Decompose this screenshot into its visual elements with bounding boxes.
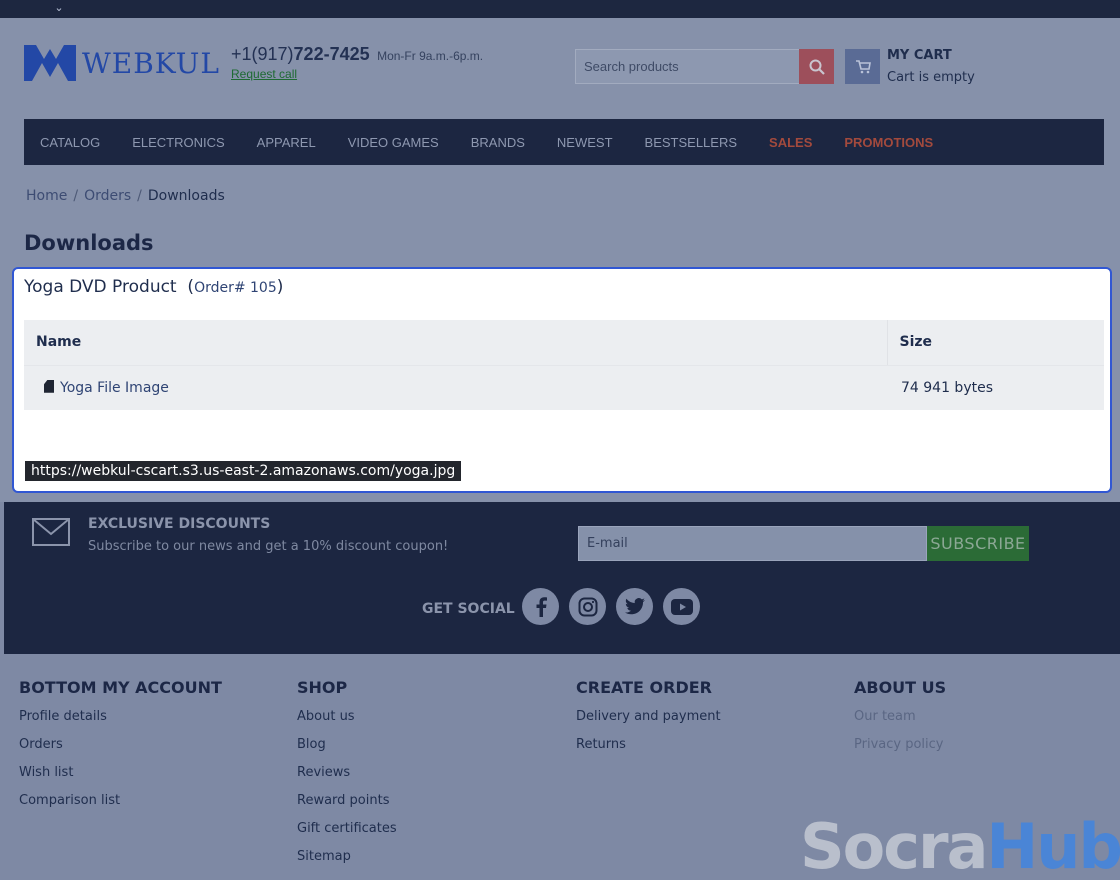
column-header-size: Size bbox=[886, 320, 1104, 366]
footer-link[interactable]: Reward points bbox=[297, 791, 397, 819]
nav-item-brands[interactable]: BRANDS bbox=[471, 135, 525, 150]
table-header-row: Name Size bbox=[24, 320, 1104, 366]
webkul-logo-icon bbox=[24, 45, 76, 81]
footer-heading: CREATE ORDER bbox=[576, 678, 712, 697]
file-download-link[interactable]: Yoga File Image bbox=[60, 380, 169, 396]
logo-text: WEBKUL bbox=[82, 46, 220, 80]
footer-heading: BOTTOM MY ACCOUNT bbox=[19, 678, 222, 697]
nav-item-sales[interactable]: SALES bbox=[769, 135, 812, 150]
top-bar: ⌄ bbox=[0, 0, 1120, 18]
footer-column-about: ABOUT US Our team Privacy policy bbox=[854, 678, 946, 763]
order-link[interactable]: Order# 105 bbox=[194, 280, 277, 296]
nav-item-promotions[interactable]: PROMOTIONS bbox=[844, 135, 933, 150]
subscribe-button[interactable]: SUBSCRIBE bbox=[927, 526, 1029, 561]
footer-column-create-order: CREATE ORDER Delivery and payment Return… bbox=[576, 678, 721, 763]
column-header-name: Name bbox=[24, 320, 887, 366]
footer-link[interactable]: Delivery and payment bbox=[576, 707, 721, 735]
url-tooltip: https://webkul-cscart.s3.us-east-2.amazo… bbox=[25, 461, 462, 481]
search-input[interactable]: Search products bbox=[575, 49, 799, 84]
footer-link[interactable]: Comparison list bbox=[19, 791, 222, 819]
phone-block: +1(917)722-7425 Mon-Fr 9a.m.-6p.m. Reque… bbox=[231, 44, 483, 81]
footer-link[interactable]: Sitemap bbox=[297, 847, 397, 875]
nav-item-video-games[interactable]: VIDEO GAMES bbox=[348, 135, 439, 150]
socrahub-watermark: SocraHub bbox=[800, 810, 1120, 880]
cart-status: Cart is empty bbox=[887, 70, 975, 85]
cart-icon bbox=[845, 49, 880, 84]
newsletter-subtitle: Subscribe to our news and get a 10% disc… bbox=[88, 539, 449, 554]
product-heading: Yoga DVD Product (Order# 105) bbox=[24, 277, 284, 297]
breadcrumb-home[interactable]: Home bbox=[26, 188, 67, 204]
search-bar: Search products bbox=[575, 49, 834, 84]
downloads-table: Name Size Yoga File Image 74 941 bytes bbox=[24, 320, 1104, 410]
footer-link[interactable]: Reviews bbox=[297, 763, 397, 791]
newsletter-heading: EXCLUSIVE DISCOUNTS bbox=[88, 516, 271, 532]
email-field[interactable]: E-mail bbox=[578, 526, 927, 561]
request-call-link[interactable]: Request call bbox=[231, 67, 483, 81]
footer-link[interactable]: About us bbox=[297, 707, 397, 735]
footer-link[interactable]: Privacy policy bbox=[854, 735, 946, 763]
nav-item-catalog[interactable]: CATALOG bbox=[40, 135, 100, 150]
file-name-cell: Yoga File Image bbox=[24, 365, 887, 410]
youtube-icon[interactable] bbox=[663, 588, 700, 625]
facebook-icon[interactable] bbox=[522, 588, 559, 625]
footer-link[interactable]: Profile details bbox=[19, 707, 222, 735]
social-label: GET SOCIAL bbox=[422, 601, 515, 617]
business-hours: Mon-Fr 9a.m.-6p.m. bbox=[377, 49, 484, 63]
main-nav: CATALOG ELECTRONICS APPAREL VIDEO GAMES … bbox=[24, 119, 1104, 165]
breadcrumb-separator: / bbox=[73, 188, 79, 204]
nav-item-newest[interactable]: NEWEST bbox=[557, 135, 613, 150]
cart-title: MY CART bbox=[887, 48, 952, 63]
cart-widget[interactable]: MY CART Cart is empty bbox=[845, 48, 975, 85]
logo[interactable]: WEBKUL bbox=[24, 45, 220, 81]
phone-number: +1(917)722-7425 bbox=[231, 44, 370, 64]
file-size-cell: 74 941 bytes bbox=[887, 365, 1104, 410]
breadcrumb-separator: / bbox=[137, 188, 142, 204]
breadcrumb: Home / Orders / Downloads bbox=[26, 188, 225, 204]
breadcrumb-orders[interactable]: Orders bbox=[84, 188, 131, 204]
footer-column-shop: SHOP About us Blog Reviews Reward points… bbox=[297, 678, 397, 875]
twitter-icon[interactable] bbox=[616, 588, 653, 625]
product-name: Yoga DVD Product bbox=[24, 277, 177, 297]
footer-heading: SHOP bbox=[297, 678, 348, 697]
footer-link[interactable]: Gift certificates bbox=[297, 819, 397, 847]
footer-link[interactable]: Blog bbox=[297, 735, 397, 763]
search-button[interactable] bbox=[799, 49, 834, 84]
footer-link[interactable]: Orders bbox=[19, 735, 222, 763]
chevron-down-icon[interactable]: ⌄ bbox=[52, 0, 66, 16]
footer-link[interactable]: Returns bbox=[576, 735, 721, 763]
table-row: Yoga File Image 74 941 bytes bbox=[24, 365, 1104, 410]
breadcrumb-current: Downloads bbox=[147, 188, 225, 204]
search-icon bbox=[809, 59, 825, 75]
download-card: Yoga DVD Product (Order# 105) Name Size … bbox=[12, 267, 1112, 493]
instagram-icon[interactable] bbox=[569, 588, 606, 625]
nav-item-bestsellers[interactable]: BESTSELLERS bbox=[645, 135, 738, 150]
footer-column-account: BOTTOM MY ACCOUNT Profile details Orders… bbox=[19, 678, 222, 819]
newsletter-section: EXCLUSIVE DISCOUNTS Subscribe to our new… bbox=[4, 502, 1120, 654]
page-title: Downloads bbox=[24, 231, 154, 255]
nav-item-apparel[interactable]: APPAREL bbox=[257, 135, 316, 150]
footer-heading: ABOUT US bbox=[854, 678, 947, 697]
footer-link[interactable]: Wish list bbox=[19, 763, 222, 791]
file-icon bbox=[44, 379, 54, 393]
footer-link[interactable]: Our team bbox=[854, 707, 946, 735]
nav-item-electronics[interactable]: ELECTRONICS bbox=[132, 135, 224, 150]
envelope-icon bbox=[32, 518, 70, 546]
